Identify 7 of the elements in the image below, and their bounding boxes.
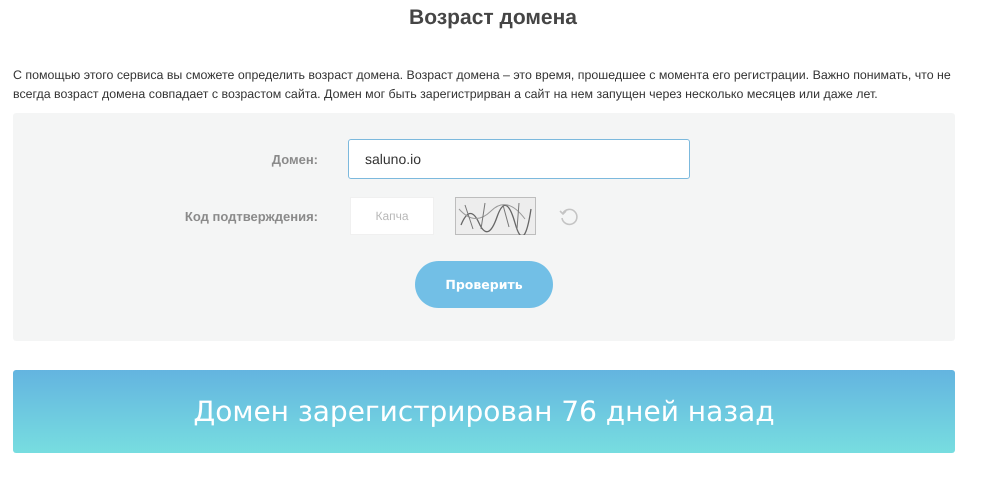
domain-label: Домен: <box>270 152 319 166</box>
result-banner: Домен зарегистрирован 76 дней назад <box>13 370 955 453</box>
domain-field[interactable]: saluno.io <box>348 139 690 179</box>
captcha-field[interactable]: Капча <box>350 197 434 235</box>
description-text: С помощью этого сервиса вы сможете определить возраст домена. Возраст домена – это время, прошедшее с момента его регистрации. Важно понимать, что не всегда возраст домена совпадает с возрастом сайта. Домен мог быть зарегистрирван а сайт на нем запущен через несколько месяцев или даже лет. <box>13 67 952 103</box>
captcha-label: Код подтверждения: <box>184 208 319 224</box>
page-title: Возраст домена <box>408 5 578 31</box>
